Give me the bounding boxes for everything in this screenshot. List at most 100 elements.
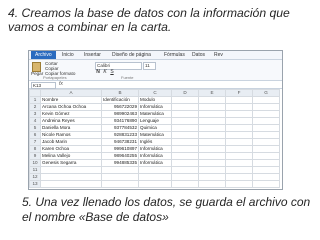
cell-empty[interactable] [171,145,199,153]
column-header-b[interactable]: B [101,89,139,97]
cell-identificacion[interactable]: Identificación [101,96,139,104]
row-header[interactable]: 8 [29,145,41,153]
cell-empty[interactable] [198,152,226,160]
cell-empty[interactable] [198,124,226,132]
column-header-g[interactable]: G [252,89,280,97]
cell-empty[interactable] [171,166,199,174]
cell-modulo[interactable]: Lenguaje [138,117,172,125]
column-header-d[interactable]: D [171,89,199,97]
cell-empty[interactable] [225,180,253,188]
cell-empty[interactable] [252,173,280,181]
column-header-c[interactable]: C [138,89,172,97]
cell-empty[interactable] [171,180,199,188]
cell-empty[interactable] [225,159,253,167]
cell-empty[interactable] [40,173,102,181]
cell-identificacion[interactable]: 934176890 [101,117,139,125]
cell-nombre[interactable]: Nicole Ramos [40,131,102,139]
cell-empty[interactable] [252,152,280,160]
cell-identificacion[interactable]: 999610897 [101,145,139,153]
cell-empty[interactable] [101,166,139,174]
row-header[interactable]: 6 [29,131,41,139]
cell-empty[interactable] [101,180,139,188]
cell-nombre[interactable]: Andreina Reyes [40,117,102,125]
menu-inicio[interactable]: Inicio [62,52,74,58]
cell-nombre[interactable]: Daniella Mora [40,124,102,132]
cell-empty[interactable] [252,180,280,188]
cell-nombre[interactable]: Arcana Ochoa Ochoa [40,103,102,111]
cell-empty[interactable] [171,96,199,104]
cell-identificacion[interactable]: 928831233 [101,131,139,139]
cell-empty[interactable] [198,138,226,146]
cell-empty[interactable] [252,96,280,104]
cell-empty[interactable] [171,117,199,125]
row-header[interactable]: 13 [29,180,41,188]
cell-empty[interactable] [171,124,199,132]
cell-empty[interactable] [138,180,172,188]
cell-empty[interactable] [225,124,253,132]
cell-empty[interactable] [252,117,280,125]
menu-datos[interactable]: Datos [192,52,205,58]
font-size-select[interactable]: 11 [143,62,156,70]
cell-identificacion[interactable]: 989640255 [101,152,139,160]
cell-empty[interactable] [252,166,280,174]
cell-empty[interactable] [198,110,226,118]
bold-button[interactable]: N [95,69,101,75]
cell-empty[interactable] [225,152,253,160]
cell-modulo[interactable]: Matemática [138,110,172,118]
row-header[interactable]: 2 [29,103,41,111]
row-header[interactable]: 4 [29,117,41,125]
cell-empty[interactable] [171,173,199,181]
cell-empty[interactable] [198,173,226,181]
row-header[interactable]: 12 [29,173,41,181]
cell-empty[interactable] [171,131,199,139]
cell-empty[interactable] [40,180,102,188]
cell-identificacion[interactable]: 937784532 [101,124,139,132]
cell-empty[interactable] [225,96,253,104]
cell-empty[interactable] [225,103,253,111]
cell-empty[interactable] [252,103,280,111]
cell-empty[interactable] [252,145,280,153]
cell-empty[interactable] [198,131,226,139]
cell-empty[interactable] [225,138,253,146]
column-header-f[interactable]: F [225,89,253,97]
cell-empty[interactable] [171,159,199,167]
cell-modulo[interactable]: Inglés [138,138,172,146]
row-header[interactable]: 3 [29,110,41,118]
cell-empty[interactable] [171,152,199,160]
cell-empty[interactable] [225,131,253,139]
fx-icon[interactable]: fx [59,81,63,88]
row-header[interactable]: 5 [29,124,41,132]
cell-empty[interactable] [171,110,199,118]
cell-empty[interactable] [225,173,253,181]
cell-identificacion[interactable]: 989902463 [101,110,139,118]
cell-modulo[interactable]: Informática [138,159,172,167]
name-box[interactable]: K13 [31,82,56,89]
cell-empty[interactable] [198,103,226,111]
cell-modulo[interactable]: Informática [138,152,172,160]
menu-insertar[interactable]: Insertar [84,52,101,58]
cell-empty[interactable] [198,180,226,188]
row-header[interactable]: 7 [29,138,41,146]
row-header[interactable]: 1 [29,96,41,104]
cell-empty[interactable] [198,145,226,153]
menu-diseno[interactable]: Diseño de página [112,52,151,58]
cell-identificacion[interactable]: 994885335 [101,159,139,167]
row-header[interactable]: 11 [29,166,41,174]
cell-empty[interactable] [225,166,253,174]
cell-identificacion[interactable]: 956722029 [101,103,139,111]
cell-empty[interactable] [138,166,172,174]
cell-identificacion[interactable]: 946738231 [101,138,139,146]
cell-empty[interactable] [40,166,102,174]
cell-modulo[interactable]: Informática [138,145,172,153]
cell-nombre[interactable]: Melina Vallejo [40,152,102,160]
menu-archivo[interactable]: Archivo [31,51,56,59]
italic-button[interactable]: K [102,69,108,75]
cell-empty[interactable] [198,166,226,174]
column-header-a[interactable]: A [40,89,102,97]
cell-empty[interactable] [198,96,226,104]
cell-empty[interactable] [171,138,199,146]
cell-empty[interactable] [252,159,280,167]
cell-modulo[interactable]: Informática [138,103,172,111]
cell-empty[interactable] [198,159,226,167]
cell-nombre[interactable]: Nombre [40,96,102,104]
